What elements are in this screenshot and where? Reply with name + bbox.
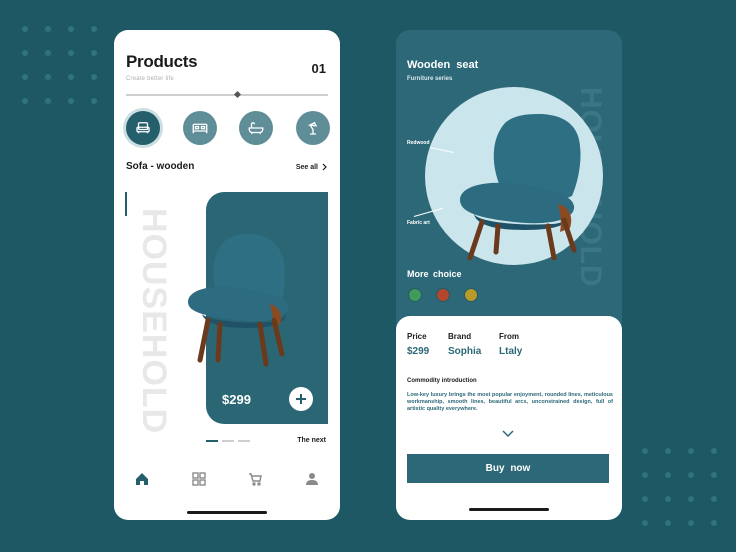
add-to-cart-button[interactable] (289, 387, 313, 411)
spec-value: Sophia (448, 346, 482, 357)
pager-dot[interactable] (222, 440, 234, 442)
spec-label: From (499, 332, 519, 341)
color-swatches (408, 288, 478, 302)
section-title: Sofa - wooden (126, 161, 195, 172)
progress-slider[interactable] (126, 90, 328, 99)
pager-dot[interactable] (238, 440, 250, 442)
chevron-right-icon (322, 163, 327, 171)
category-lamp-button[interactable] (295, 111, 330, 145)
product-detail-screen: Wooden seat Furniture series HOUSEHOLD R… (396, 30, 622, 520)
next-button[interactable]: The next (297, 437, 326, 444)
page-subtitle: Create better life (126, 76, 174, 82)
see-all-link[interactable]: See all (296, 163, 328, 171)
sofa-icon (136, 122, 150, 134)
lamp-icon (307, 121, 318, 135)
nav-cart[interactable] (248, 472, 263, 491)
callout-redwood: Redwood (407, 140, 430, 146)
user-icon (305, 473, 318, 485)
home-indicator (469, 508, 549, 511)
carousel-pager (206, 440, 250, 442)
spec-value: $299 (407, 346, 430, 357)
chair-image (460, 114, 581, 260)
bed-icon (192, 123, 208, 134)
nav-grid[interactable] (192, 472, 206, 491)
chair-image (188, 234, 289, 367)
chevron-down-icon[interactable] (502, 430, 514, 438)
swatch-green[interactable] (408, 288, 422, 302)
decorative-dots-bottom-right (642, 448, 717, 526)
spec-price: Price $299 (407, 332, 429, 357)
nav-home[interactable] (135, 472, 149, 491)
bathtub-icon (248, 122, 264, 135)
spec-value: Ltaly (499, 346, 523, 357)
category-list (126, 111, 330, 145)
pager-dot-active[interactable] (206, 440, 218, 442)
section-indicator (125, 192, 127, 216)
bottom-nav (114, 472, 340, 491)
home-indicator (187, 511, 267, 514)
vertical-watermark-text: HOUSEHOLD (135, 207, 173, 435)
home-icon (136, 473, 149, 485)
buy-now-button[interactable]: Buy now (407, 454, 609, 483)
plus-icon (296, 394, 306, 404)
product-subtitle: Furniture series (407, 76, 453, 82)
page-title: Products (126, 52, 198, 71)
callout-fabric-art: Fabric art (407, 220, 430, 226)
grid-icon (192, 472, 206, 486)
page-number: 01 (311, 61, 326, 76)
spec-label: Price (407, 332, 427, 341)
swatch-red[interactable] (436, 288, 450, 302)
spec-brand: Brand Sophia (448, 332, 481, 357)
see-all-label: See all (295, 163, 318, 171)
product-price: $299 (222, 392, 251, 407)
slider-knob[interactable] (233, 90, 242, 99)
spec-origin: From Ltaly (499, 332, 522, 357)
nav-profile[interactable] (305, 472, 319, 491)
category-bathtub-button[interactable] (239, 111, 274, 145)
intro-title: Commodity introduction (407, 378, 477, 384)
swatch-yellow[interactable] (464, 288, 478, 302)
category-sofa-button[interactable] (126, 111, 160, 145)
product-info-panel: Price $299 Brand Sophia From Ltaly Commo… (396, 316, 622, 520)
products-screen: Products Create better life 01 Sofa - wo… (114, 30, 340, 520)
decorative-dots-top-left (22, 26, 97, 104)
more-choice-label: More choice (407, 269, 462, 279)
cart-icon (249, 473, 263, 486)
intro-body: Low-key luxury brings the most popular e… (407, 392, 613, 412)
spec-label: Brand (448, 332, 472, 341)
category-bed-button[interactable] (182, 111, 217, 145)
product-title: Wooden seat (407, 59, 479, 71)
